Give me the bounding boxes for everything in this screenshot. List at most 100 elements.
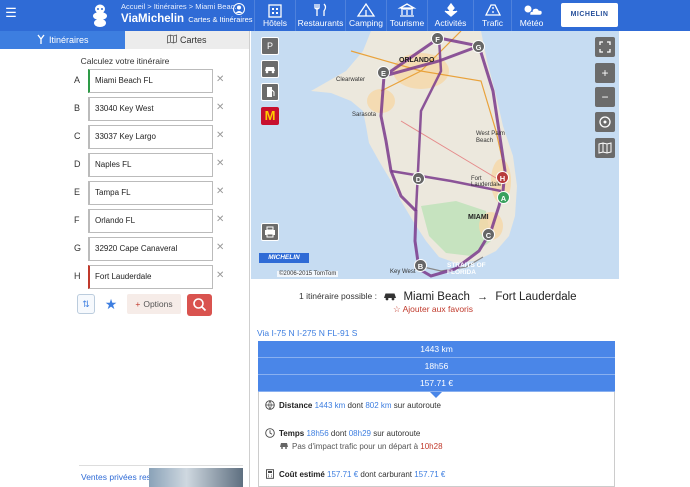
fullscreen-button[interactable] [595, 37, 615, 57]
fuel-layer-button[interactable] [261, 83, 279, 101]
map-watermark-logo: MICHELIN [259, 253, 309, 263]
map-label-miami: MIAMI [468, 214, 489, 221]
map-marker-a[interactable]: A [497, 191, 510, 204]
map-label-west-palm: West Palm Beach [476, 131, 505, 144]
minus-icon: − [601, 90, 609, 104]
map-marker-e[interactable]: E [377, 66, 390, 79]
detail-distance: Distance 1443 km dont 802 km sur autorou… [265, 400, 441, 410]
route-selected-band[interactable]: 1443 km 18h56 157.71 € [258, 341, 615, 398]
map-marker-h[interactable]: H [496, 171, 509, 184]
map-label-clearwater: Clearwater [336, 77, 366, 83]
print-icon [265, 226, 275, 238]
map-marker-c[interactable]: C [482, 228, 495, 241]
swap-arrows-icon: ⇅ [82, 299, 90, 309]
map-label-sarasota: Sarasota [352, 112, 377, 118]
stop-a-input[interactable]: Miami Beach FL [88, 69, 213, 93]
tourism-icon [397, 3, 417, 17]
route-results: 1 itinéraire possible : Miami Beach → Fo… [251, 279, 619, 487]
favorites-star-button[interactable]: ★ [101, 294, 121, 314]
zoom-out-button[interactable]: − [595, 87, 615, 107]
star-icon: ★ [104, 296, 118, 312]
detail-time: Temps 18h56 dont 08h29 sur autoroute [265, 428, 420, 438]
stop-e-input[interactable]: Tampa FL [88, 181, 213, 205]
car-icon [265, 67, 275, 74]
stop-e: E Tampa FL ✕ [0, 181, 250, 205]
michelin-logo[interactable]: MICHELIN [561, 3, 618, 27]
remove-stop-icon[interactable]: ✕ [216, 158, 224, 169]
user-icon[interactable] [233, 3, 245, 15]
plus-icon: + [601, 66, 609, 80]
stop-letter: E [74, 187, 81, 197]
hotel-icon [268, 4, 282, 18]
map-marker-f[interactable]: F [431, 32, 444, 45]
stop-h: H Fort Lauderdale ✕ [0, 265, 250, 289]
map-marker-g[interactable]: G [472, 40, 485, 53]
stop-g-input[interactable]: 32920 Cape Canaveral [88, 237, 213, 261]
add-favorites-link[interactable]: ☆ Ajouter aux favoris [393, 304, 473, 315]
remove-stop-icon[interactable]: ✕ [216, 214, 224, 225]
sidebar-tabs: Itinéraires Cartes [0, 31, 249, 49]
mcdonalds-layer-button[interactable]: M [261, 107, 279, 125]
stop-b-input[interactable]: 33040 Key West [88, 97, 213, 121]
weather-icon [524, 5, 543, 16]
detail-traffic: Pas d'impact trafic pour un départ à 10h… [279, 441, 443, 451]
promo-image [149, 468, 243, 487]
nav-hotels[interactable]: Hôtels [254, 0, 295, 31]
nav-camping[interactable]: Camping [345, 0, 386, 31]
nav-restaurants[interactable]: Restaurants [295, 0, 345, 31]
map[interactable]: ORLANDO Clearwater Sarasota West Palm Be… [251, 31, 619, 279]
map-marker-d[interactable]: D [412, 172, 425, 185]
map-canvas [251, 31, 619, 279]
menu-icon[interactable]: ☰ [4, 6, 18, 20]
remove-stop-icon[interactable]: ✕ [216, 102, 224, 113]
locate-button[interactable] [595, 112, 615, 132]
fullscreen-icon [599, 41, 611, 53]
options-button[interactable]: + Options [127, 294, 181, 314]
remove-stop-icon[interactable]: ✕ [216, 242, 224, 253]
stop-c: C 33037 Key Largo ✕ [0, 125, 250, 149]
remove-stop-icon[interactable]: ✕ [216, 186, 224, 197]
nav-tourisme[interactable]: Tourisme [386, 0, 427, 31]
tab-itineraires[interactable]: Itinéraires [0, 31, 125, 49]
activities-icon [444, 2, 458, 17]
stop-d: D Naples FL ✕ [0, 153, 250, 177]
map-type-icon [598, 142, 612, 154]
stop-c-input[interactable]: 33037 Key Largo [88, 125, 213, 149]
calculator-icon [266, 469, 274, 479]
zoom-in-button[interactable]: + [595, 63, 615, 83]
nav-trafic[interactable]: Trafic [473, 0, 511, 31]
map-marker-b[interactable]: B [414, 259, 427, 272]
remove-stop-icon[interactable]: ✕ [216, 130, 224, 141]
car-layer-button[interactable] [261, 60, 279, 78]
map-label-straits: STRAITS OF FLORIDA [447, 262, 486, 276]
stop-letter: G [74, 243, 82, 253]
nav-activites[interactable]: Activités [427, 0, 473, 31]
stop-letter: F [74, 215, 80, 225]
main-nav: Hôtels Restaurants Camping Tourisme Acti… [254, 0, 551, 31]
route-arrow-icon: → [477, 291, 489, 303]
remove-stop-icon[interactable]: ✕ [216, 74, 224, 85]
print-map-button[interactable] [261, 223, 279, 241]
car-icon [384, 293, 397, 301]
route-icon [37, 34, 45, 44]
stop-h-input[interactable]: Fort Lauderdale [88, 265, 213, 289]
parking-layer-button[interactable]: P [261, 37, 279, 55]
route-via[interactable]: Via I-75 N I-275 N FL-91 S [257, 328, 357, 338]
stop-letter: D [74, 159, 81, 169]
route-distance-total: 1443 km [258, 341, 615, 358]
tab-cartes[interactable]: Cartes [124, 31, 249, 49]
swap-stops-button[interactable]: ⇅ [77, 294, 95, 314]
map-type-button[interactable] [595, 138, 615, 158]
route-cost-total: 157.71 € [258, 375, 615, 392]
breadcrumb[interactable]: Accueil > Itinéraires > Miami Beac... [121, 2, 241, 11]
nav-meteo[interactable]: Météo [511, 0, 551, 31]
camping-icon [356, 2, 376, 17]
route-to: Fort Lauderdale [495, 291, 577, 303]
stop-f: F Orlando FL ✕ [0, 209, 250, 233]
stop-f-input[interactable]: Orlando FL [88, 209, 213, 233]
plus-icon: + [135, 299, 141, 309]
stop-d-input[interactable]: Naples FL [88, 153, 213, 177]
remove-stop-icon[interactable]: ✕ [216, 270, 224, 281]
promo-banner[interactable]: Ventes privées restaurants et [79, 465, 243, 487]
search-button[interactable] [187, 294, 212, 316]
